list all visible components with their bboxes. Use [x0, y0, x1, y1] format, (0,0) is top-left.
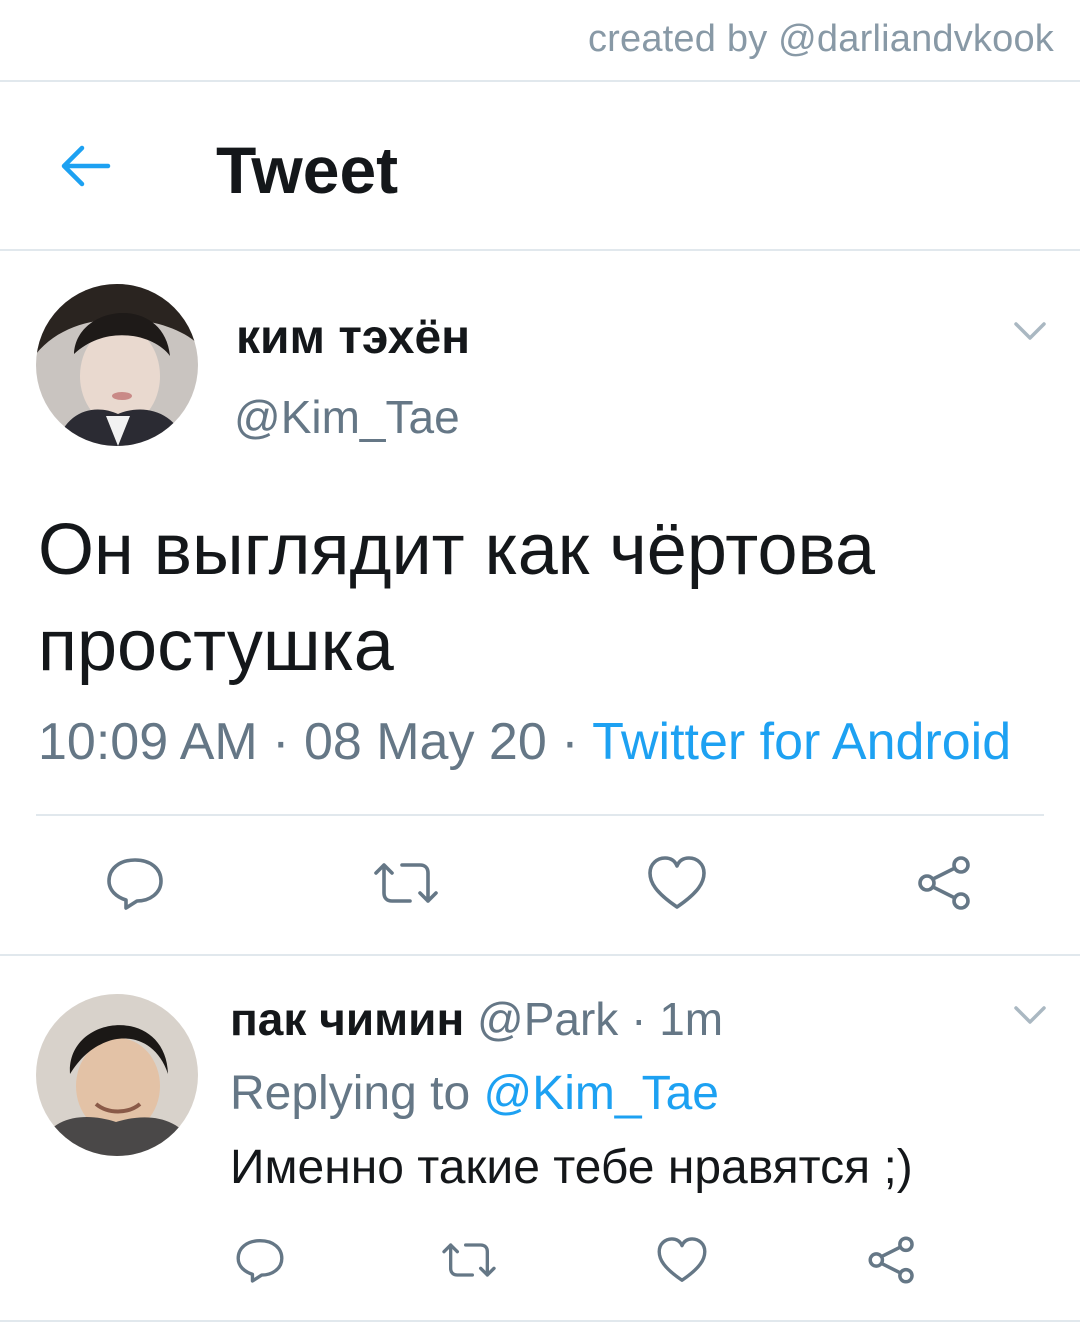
meta-separator: ·	[631, 993, 647, 1045]
reply-icon	[236, 1239, 284, 1283]
reply-text: Именно такие тебе нравятся ;)	[230, 1141, 913, 1194]
share-button[interactable]	[862, 1230, 922, 1290]
retweet-icon	[442, 1243, 496, 1277]
retweet-button[interactable]	[436, 1232, 502, 1288]
back-button[interactable]	[50, 138, 120, 194]
share-icon	[868, 1236, 914, 1284]
tweet-meta: 10:09 AM · 08 May 20 · Twitter for Andro…	[38, 712, 1011, 772]
like-icon	[648, 856, 706, 909]
top-divider	[0, 80, 1080, 82]
reply-author-name[interactable]: пак чимин	[230, 993, 464, 1045]
reply-author-handle[interactable]: @Park	[477, 993, 618, 1045]
chevron-down-icon	[1014, 1006, 1046, 1024]
meta-separator: ·	[272, 713, 290, 771]
tweet-text: Он выглядит как чёртова простушка	[38, 510, 875, 686]
like-button[interactable]	[642, 850, 712, 916]
section-divider	[0, 954, 1080, 956]
like-icon	[657, 1237, 707, 1282]
share-icon	[918, 856, 970, 910]
replying-to-line: Replying to @Kim_Tae	[230, 1066, 719, 1121]
tweet-time: 10:09 AM	[38, 713, 258, 771]
retweet-button[interactable]	[368, 850, 444, 916]
reply-header: пак чимин @Park · 1m	[230, 992, 723, 1046]
meta-separator: ·	[561, 713, 579, 771]
arrow-left-icon	[61, 145, 111, 187]
reply-icon	[107, 858, 163, 910]
replying-to-handle-link[interactable]: @Kim_Tae	[483, 1067, 718, 1120]
chevron-down-icon	[1014, 322, 1046, 340]
page-title: Tweet	[216, 133, 399, 207]
tweet-date: 08 May 20	[303, 713, 547, 771]
reply-options-button[interactable]	[1010, 1000, 1050, 1030]
avatar[interactable]	[36, 994, 198, 1156]
reply-age: 1m	[659, 993, 724, 1045]
like-button[interactable]	[652, 1232, 712, 1288]
author-name[interactable]: ким тэхён	[236, 310, 470, 365]
share-button[interactable]	[912, 850, 978, 916]
reply-button[interactable]	[230, 1232, 290, 1288]
meta-divider	[36, 814, 1044, 816]
tweet-options-button[interactable]	[1010, 316, 1050, 346]
tweet-source-link[interactable]: Twitter for Android	[592, 713, 1011, 771]
reply-button[interactable]	[100, 850, 170, 916]
header-divider	[0, 249, 1080, 251]
replying-to-label: Replying to	[230, 1067, 471, 1120]
author-handle[interactable]: @Kim_Tae	[234, 390, 460, 444]
watermark-credit: created by @darliandvkook	[587, 18, 1054, 60]
bottom-divider	[0, 1320, 1080, 1322]
retweet-icon	[374, 863, 438, 903]
avatar[interactable]	[36, 284, 198, 446]
